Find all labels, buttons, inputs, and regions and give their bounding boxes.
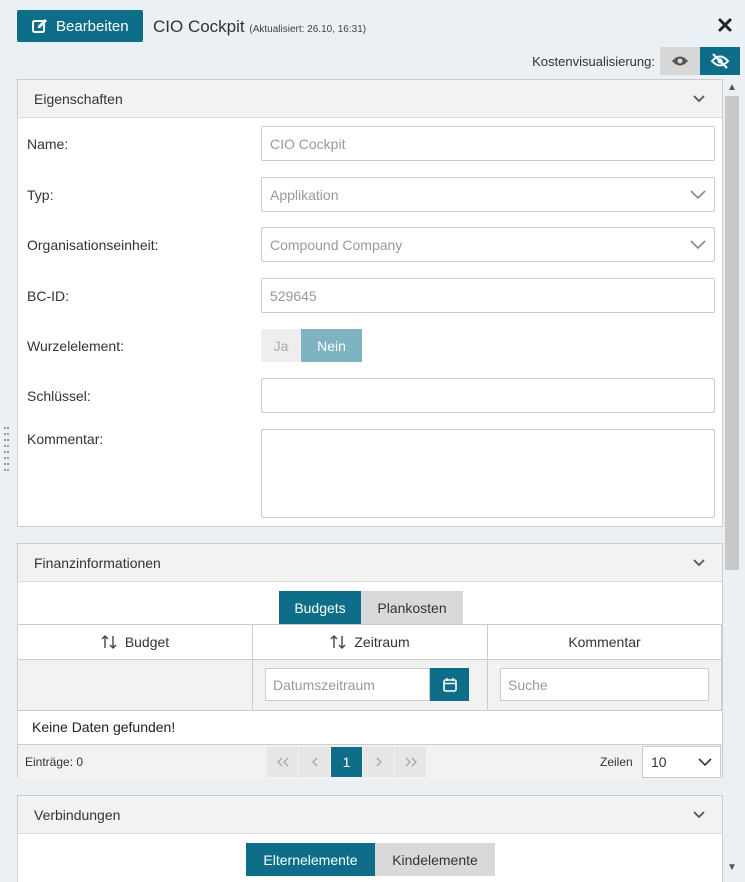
finance-tabs: Budgets Plankosten [279, 591, 463, 624]
calendar-button[interactable] [430, 668, 469, 701]
cost-visualization-label: Kostenvisualisierung: [532, 54, 655, 69]
comment-search-placeholder: Suche [508, 676, 548, 693]
eye-icon [672, 56, 688, 66]
edit-button[interactable]: Bearbeiten [17, 10, 143, 42]
connections-tabs: Elternelemente Kindelemente [246, 843, 495, 876]
cost-visible-button[interactable] [660, 47, 700, 75]
chevron-down-icon[interactable] [692, 556, 706, 570]
root-no-option[interactable]: Nein [301, 329, 362, 362]
chevron-right-icon [376, 757, 382, 767]
sort-icon [101, 635, 117, 649]
page-title: CIO Cockpit (Aktualisiert: 26.10, 16:31) [153, 17, 366, 37]
scrollbar-thumb[interactable] [725, 96, 739, 570]
name-field[interactable]: CIO Cockpit [261, 126, 715, 161]
bcid-label: BC-ID: [27, 288, 69, 304]
tab-child-elements[interactable]: Kindelemente [375, 843, 495, 876]
page-button-current[interactable]: 1 [331, 747, 363, 777]
key-field[interactable] [261, 378, 715, 413]
comment-search-input[interactable]: Suche [500, 668, 709, 701]
sort-icon [330, 635, 346, 649]
date-range-placeholder: Datumszeitraum [273, 676, 375, 693]
cost-hidden-button[interactable] [700, 47, 740, 75]
chevron-down-icon[interactable] [692, 808, 706, 822]
rows-per-page-label: Zeilen [600, 755, 633, 769]
col-zeitraum-label: Zeitraum [354, 634, 410, 650]
col-kommentar-header: Kommentar [488, 625, 722, 660]
edit-icon [32, 19, 47, 33]
filter-zeitraum-cell: Datumszeitraum [253, 660, 488, 711]
chevron-down-icon[interactable] [692, 92, 706, 106]
close-icon[interactable] [717, 17, 733, 33]
filter-kommentar-cell: Suche [488, 660, 722, 711]
key-label: Schlüssel: [27, 388, 91, 404]
scroll-up-icon[interactable]: ▲ [726, 82, 738, 94]
properties-panel-title: Eigenschaften [34, 90, 123, 107]
org-unit-label: Organisationseinheit: [27, 237, 159, 253]
scroll-down-icon[interactable]: ▼ [726, 862, 738, 874]
type-label: Typ: [27, 187, 54, 203]
tab-budgets[interactable]: Budgets [279, 591, 361, 624]
org-unit-select[interactable]: Compound Company [261, 227, 715, 262]
col-budget-label: Budget [124, 634, 170, 650]
finance-panel: Finanzinformationen Budgets Plankosten B… [17, 543, 723, 779]
connections-panel-title: Verbindungen [34, 806, 121, 823]
pagination: 1 [267, 747, 427, 777]
eye-slash-icon [710, 53, 730, 69]
root-element-toggle: Ja Nein [261, 329, 362, 362]
col-zeitraum-header[interactable]: Zeitraum [253, 625, 488, 660]
chevron-left-icon [311, 757, 317, 767]
tab-plankosten[interactable]: Plankosten [361, 591, 463, 624]
next-page-button[interactable] [363, 747, 395, 777]
col-kommentar-label: Kommentar [568, 634, 641, 650]
type-select[interactable]: Applikation [261, 177, 715, 212]
name-label: Name: [27, 136, 69, 152]
page-title-text: CIO Cockpit [153, 17, 245, 36]
first-page-button[interactable] [267, 747, 299, 777]
bcid-field-value: 529645 [270, 287, 317, 304]
updated-timestamp: (Aktualisiert: 26.10, 16:31) [249, 24, 367, 35]
finance-panel-title: Finanzinformationen [34, 554, 161, 571]
double-chevron-right-icon [405, 757, 417, 767]
date-range-input[interactable]: Datumszeitraum [265, 668, 430, 701]
rows-per-page-select[interactable]: 10 [642, 746, 721, 778]
type-select-value: Applikation [270, 186, 339, 203]
name-field-value: CIO Cockpit [270, 135, 346, 152]
comment-label: Kommentar: [27, 431, 104, 447]
table-footer: Einträge: 0 1 Zeilen 10 [18, 745, 722, 779]
connections-panel: Verbindungen Elternelemente Kindelemente [17, 795, 723, 882]
comment-textarea[interactable] [261, 429, 715, 518]
properties-panel-header[interactable]: Eigenschaften [18, 80, 722, 118]
properties-panel: Eigenschaften Name: CIO Cockpit Typ: App… [17, 79, 723, 527]
root-element-label: Wurzelelement: [27, 338, 125, 354]
tab-parent-elements[interactable]: Elternelemente [246, 843, 375, 876]
edit-button-label: Bearbeiten [56, 17, 129, 35]
chevron-down-icon [690, 189, 706, 199]
rows-per-page-value: 10 [651, 754, 667, 770]
finance-panel-header[interactable]: Finanzinformationen [18, 544, 722, 582]
prev-page-button[interactable] [299, 747, 331, 777]
no-data-message: Keine Daten gefunden! [18, 710, 722, 745]
calendar-icon [442, 678, 457, 692]
chevron-down-icon [690, 239, 706, 249]
last-page-button[interactable] [395, 747, 427, 777]
chevron-down-icon [698, 757, 712, 766]
col-budget-header[interactable]: Budget [18, 625, 253, 660]
resize-grip-icon[interactable] [4, 425, 10, 471]
double-chevron-left-icon [276, 757, 288, 767]
filter-budget-cell [18, 660, 253, 711]
entries-count: Einträge: 0 [25, 755, 84, 769]
root-yes-option[interactable]: Ja [261, 329, 301, 362]
budget-table: Budget Zeitraum Kommentar Datumszeitraum… [18, 624, 722, 711]
bcid-field[interactable]: 529645 [261, 278, 715, 313]
connections-panel-header[interactable]: Verbindungen [18, 796, 722, 834]
org-unit-select-value: Compound Company [270, 236, 403, 253]
